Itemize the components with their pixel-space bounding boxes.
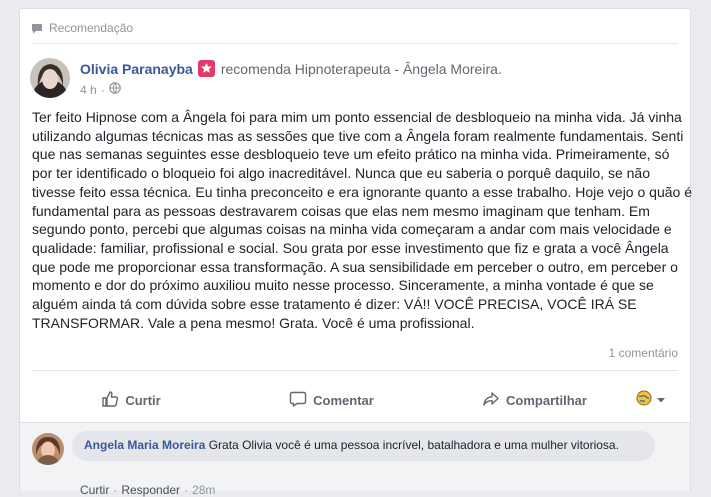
comment-dot: · [113, 483, 118, 497]
comment-count[interactable]: 1 comentário [609, 346, 678, 360]
chevron-down-icon [656, 391, 666, 409]
author-name[interactable]: Olivia Paranayba [80, 61, 193, 77]
like-button[interactable]: Curtir [32, 384, 230, 416]
comment-label: Comentar [313, 392, 374, 408]
comment-like-link[interactable]: Curtir [80, 483, 109, 497]
like-label: Curtir [125, 392, 161, 408]
action-bar: Curtir Comentar Compartilhar [32, 380, 678, 420]
thumbs-up-icon [101, 390, 119, 411]
globe-dropdown-icon [636, 390, 652, 411]
divider [32, 43, 678, 44]
divider [32, 370, 678, 371]
post-text: Ter feito Hipnose com a Ângela foi para … [32, 109, 692, 331]
share-button[interactable]: Compartilhar [433, 384, 636, 416]
author-line: Olivia Paranayba recomenda Hipnoterapeut… [80, 60, 502, 77]
share-arrow-icon [482, 390, 500, 411]
comment-reply-link[interactable]: Responder [121, 483, 180, 497]
author-avatar[interactable] [30, 58, 70, 98]
comment-time[interactable]: 28m [192, 483, 215, 497]
speech-bubble-icon [31, 23, 43, 34]
comment-bubble: Angela Maria Moreira Grata Olivia você é… [72, 431, 655, 461]
comment-button[interactable]: Comentar [230, 384, 433, 416]
comments-section: Angela Maria Moreira Grata Olivia você é… [20, 422, 690, 497]
recommendation-header: Recomendação [31, 19, 133, 37]
audience-selector[interactable] [636, 390, 666, 411]
meta-dot: · [100, 82, 105, 97]
star-badge-icon [197, 60, 215, 77]
comment-dot: · [184, 483, 189, 497]
post-time[interactable]: 4 h [80, 83, 97, 97]
recommendation-label: Recomendação [49, 21, 134, 35]
commenter-name[interactable]: Angela Maria Moreira [84, 438, 205, 452]
share-label: Compartilhar [506, 392, 587, 408]
commenter-avatar[interactable] [32, 433, 64, 465]
comment-text: Grata Olivia você é uma pessoa incrível,… [208, 438, 619, 452]
recommends-text[interactable]: recomenda Hipnoterapeuta - Ângela Moreir… [221, 61, 502, 77]
post-card: Recomendação Olivia Paranayba recomenda … [19, 8, 692, 497]
comment-bubble-icon [289, 390, 307, 411]
comment-actions: Curtir · Responder · 28m [80, 483, 215, 497]
globe-icon [108, 82, 121, 97]
post-meta: 4 h · [80, 82, 121, 97]
